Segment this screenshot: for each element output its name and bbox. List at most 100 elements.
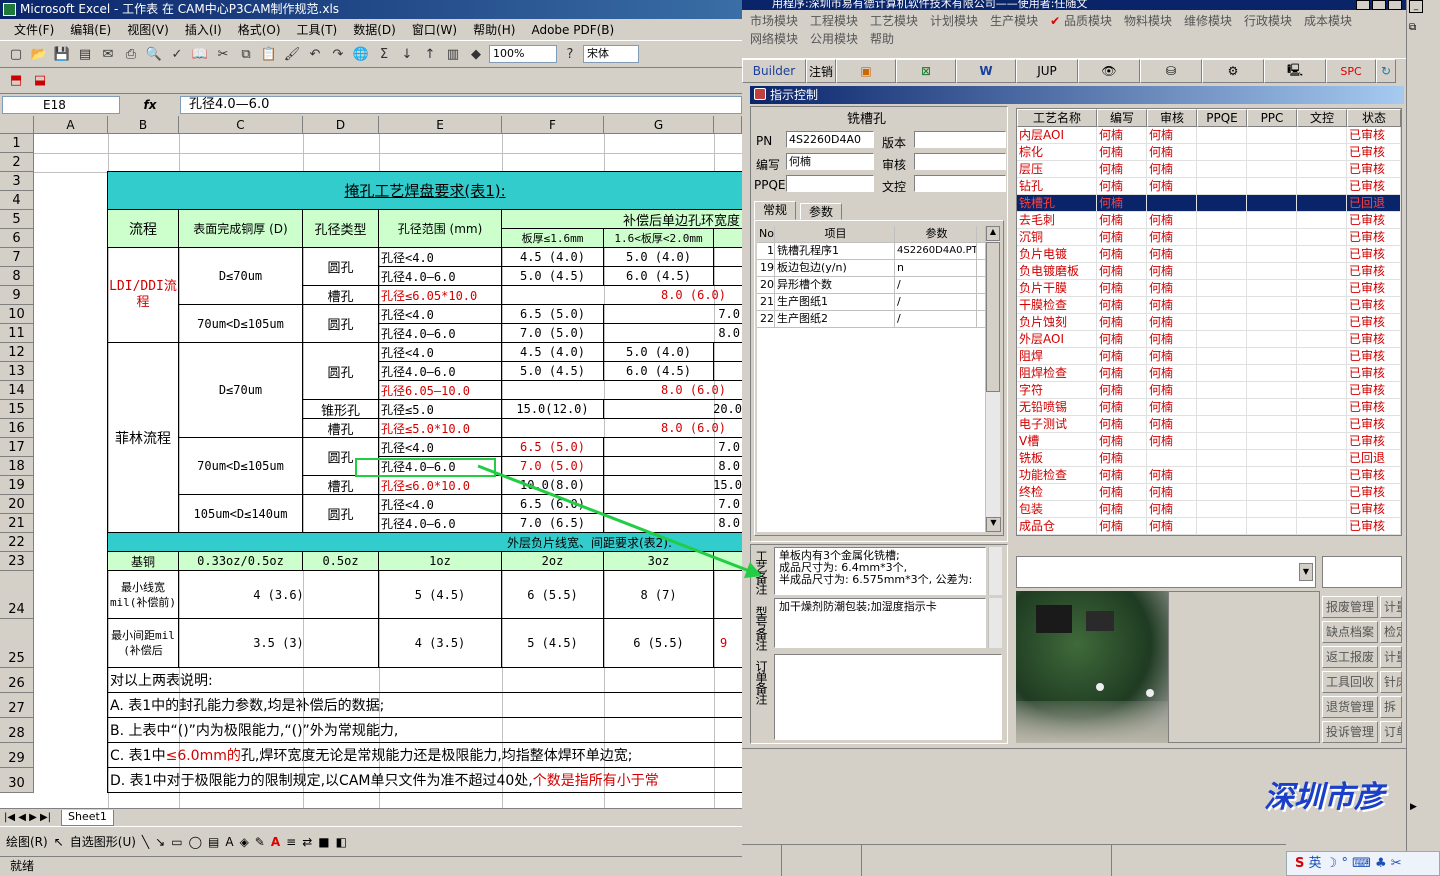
f11[interactable]: 7.0 (5.0) [502, 324, 604, 343]
g25[interactable]: 6 (5.5) [604, 619, 714, 668]
type-round[interactable]: 圆孔 [303, 305, 379, 343]
menu-plan[interactable]: 计划模块 [930, 12, 978, 30]
g13[interactable]: 6.0 (4.5) [604, 362, 714, 381]
process-row[interactable]: 层压 何楠 何楠 已审核 [1017, 161, 1401, 178]
g17[interactable]: 7.0 [604, 438, 742, 457]
row-header[interactable]: 28 [0, 718, 34, 743]
e19[interactable]: 孔径≤6.0*10.0 [379, 476, 502, 495]
row-header[interactable]: 25 [0, 619, 34, 668]
menu-production[interactable]: 生产模块 [990, 12, 1038, 30]
row-header[interactable]: 26 [0, 668, 34, 693]
scroll-thumb[interactable] [986, 242, 1000, 392]
pdf-mail-icon[interactable]: ⬓ [30, 71, 50, 91]
autosum-icon[interactable]: Σ [374, 44, 394, 64]
menu-erp-help[interactable]: 帮助 [870, 30, 894, 48]
database-icon[interactable]: ⛁ [1140, 59, 1202, 83]
row-header[interactable]: 4 [0, 191, 34, 210]
row-header[interactable]: 11 [0, 324, 34, 343]
col-header-f[interactable]: F [502, 116, 604, 134]
print-icon[interactable]: ⎙ [121, 44, 141, 64]
params-header-value[interactable]: 参数 [895, 226, 977, 242]
process-row[interactable]: 干膜检查 何楠 何楠 已审核 [1017, 297, 1401, 314]
process-row[interactable]: 功能检查 何楠 何楠 已审核 [1017, 467, 1401, 484]
tab-general[interactable]: 常规 [754, 201, 797, 220]
order-button[interactable]: 订单 [1380, 721, 1402, 743]
menu-window[interactable]: 窗口(W) [404, 21, 465, 38]
rectangle-icon[interactable]: ▭ [171, 835, 182, 849]
metrology-button[interactable]: 计量 [1380, 596, 1402, 618]
row-header[interactable]: 19 [0, 476, 34, 495]
autoshapes-menu[interactable]: 自选图形(U) [70, 833, 136, 850]
f18[interactable]: 7.0 (5.0) [502, 457, 604, 476]
row-header[interactable]: 29 [0, 743, 34, 768]
d23[interactable]: 0.5oz [303, 552, 379, 571]
f10[interactable]: 6.5 (5.0) [502, 305, 604, 324]
defect-archive-button[interactable]: 缺点档案 [1322, 621, 1378, 643]
g8[interactable]: 6.0 (4.5) [604, 267, 714, 286]
copper-d70-105[interactable]: 70um<D≤105um [179, 305, 303, 343]
process-header-doc[interactable]: 文控 [1297, 109, 1347, 127]
process-header-status[interactable]: 状态 [1347, 109, 1401, 127]
process-row[interactable]: 铣槽孔 何楠 已回退 [1017, 195, 1401, 212]
type-round[interactable]: 圆孔 [303, 495, 379, 533]
row-header[interactable]: 1 [0, 134, 34, 153]
minimize-icon[interactable]: _ [1409, 0, 1423, 13]
h24[interactable] [714, 571, 742, 619]
g12[interactable]: 5.0 (4.0) [604, 343, 714, 362]
calibration-button[interactable]: 检定 [1380, 621, 1402, 643]
header-hole-range[interactable]: 孔径范围 (mm) [379, 210, 502, 248]
open-icon[interactable]: 📂 [29, 44, 49, 64]
row-header[interactable]: 9 [0, 286, 34, 305]
line-icon[interactable]: ╲ [142, 835, 149, 849]
header-compensation[interactable]: 补偿后单边孔环宽度 [502, 210, 742, 229]
col-header-b[interactable]: B [108, 116, 179, 134]
tool-recovery-button[interactable]: 工具回收 [1322, 671, 1378, 693]
f23[interactable]: 2oz [502, 552, 604, 571]
process-row[interactable]: 负电镀磨板 何楠 何楠 已审核 [1017, 263, 1401, 280]
row-header[interactable]: 22 [0, 533, 34, 552]
sort-desc-icon[interactable]: ↑ [420, 44, 440, 64]
scrap-management-button[interactable]: 报废管理 [1322, 596, 1378, 618]
help-icon[interactable]: ? [560, 44, 580, 64]
font-select[interactable]: 宋体 [583, 45, 639, 63]
scroll-up-icon[interactable]: ▲ [986, 226, 1000, 241]
menu-common[interactable]: 公用模块 [810, 30, 858, 48]
g10[interactable]: 7.0 [604, 305, 742, 324]
rework-scrap-button[interactable]: 返工报废 [1322, 646, 1378, 668]
row-header[interactable]: 15 [0, 400, 34, 419]
copy-icon[interactable]: ⧉ [236, 44, 256, 64]
process-header-name[interactable]: 工艺名称 [1017, 109, 1097, 127]
dropdown-arrow-icon[interactable]: ▼ [1299, 563, 1313, 581]
disassemble-button[interactable]: 拆 [1380, 696, 1402, 718]
menu-cost[interactable]: 成本模块 [1304, 12, 1352, 30]
table2-title[interactable]: 外层负片线宽、间距要求(表2): [107, 533, 742, 552]
note-a[interactable]: A. 表1中的封孔能力参数,均是补偿后的数据; [107, 693, 742, 718]
type-round[interactable]: 圆孔 [303, 343, 379, 400]
process-row[interactable]: 阻焊 何楠 何楠 已审核 [1017, 348, 1401, 365]
menu-quality[interactable]: ✔ 品质模块 [1050, 12, 1112, 30]
h8[interactable] [714, 267, 742, 286]
draw-menu[interactable]: 绘图(R) [6, 833, 48, 850]
shadow-icon[interactable]: ■ [318, 835, 329, 849]
sort-asc-icon[interactable]: ↓ [397, 44, 417, 64]
e16[interactable]: 孔径≤5.0*10.0 [379, 419, 502, 438]
copper-d70[interactable]: D≤70um [179, 248, 303, 305]
scroll-right-icon[interactable]: ▶ [1410, 802, 1417, 812]
process-row[interactable]: 包装 何楠 何楠 已审核 [1017, 501, 1401, 518]
builder-button[interactable]: Builder [742, 59, 806, 83]
menu-view[interactable]: 视图(V) [119, 21, 177, 38]
col-header-h[interactable] [714, 116, 742, 134]
outer-scrollbar[interactable]: ▶ [1406, 42, 1440, 852]
header-thickness-1[interactable]: 板厚≤1.6mm [502, 229, 604, 248]
process-row[interactable]: 沉铜 何楠 何楠 已审核 [1017, 229, 1401, 246]
paste-icon[interactable]: 📋 [259, 44, 279, 64]
row-header[interactable]: 13 [0, 362, 34, 381]
header-thickness-3[interactable] [714, 229, 742, 248]
pdf-icon[interactable]: ⬒ [6, 71, 26, 91]
g19[interactable]: 15.0 [604, 476, 742, 495]
row-header[interactable]: 18 [0, 457, 34, 476]
process-header-ppqe[interactable]: PPQE [1197, 109, 1247, 127]
g23[interactable]: 3oz [604, 552, 714, 571]
c25[interactable]: 3.5 (3) [179, 619, 379, 668]
new-icon[interactable]: ▢ [6, 44, 26, 64]
